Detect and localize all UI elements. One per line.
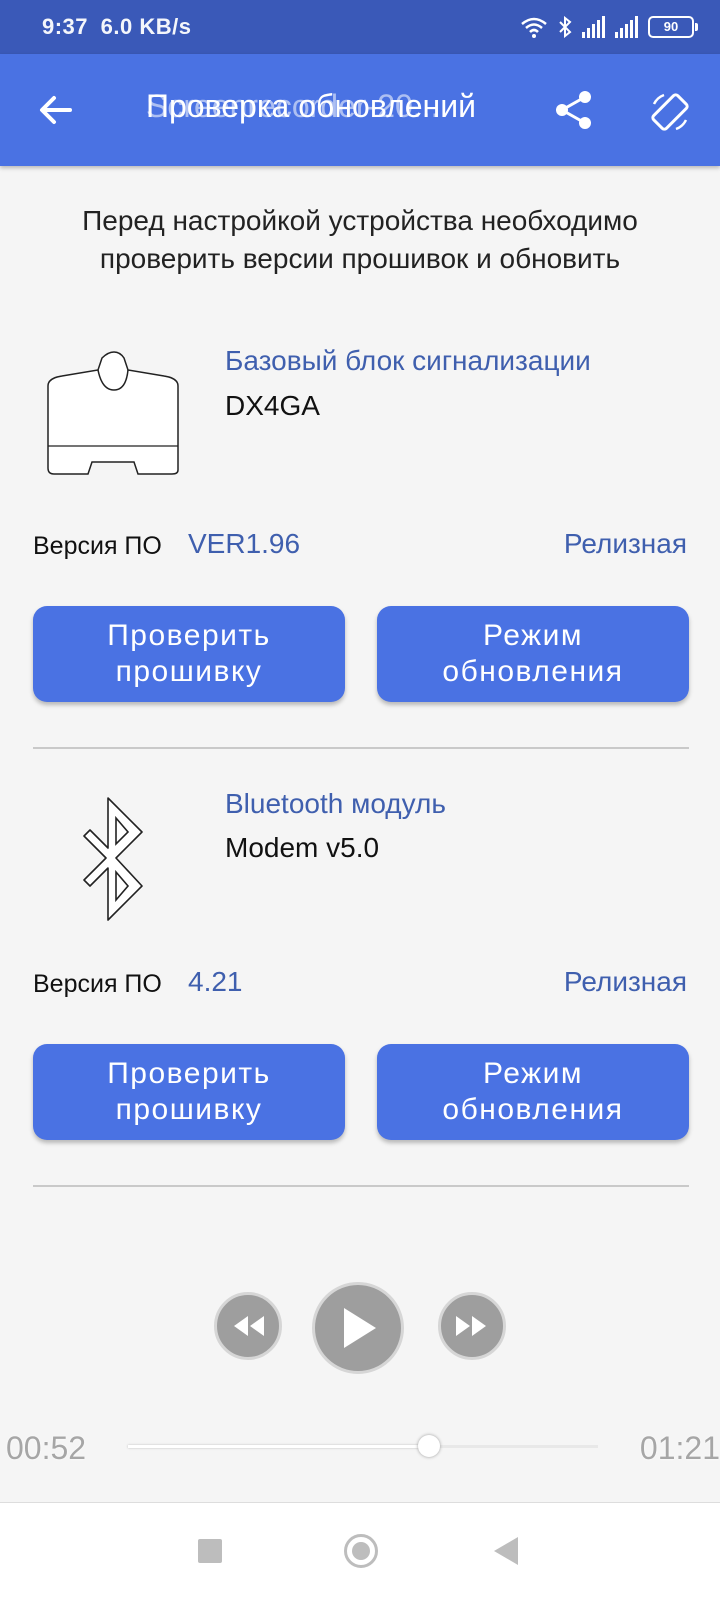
system-nav-bar [0,1502,720,1600]
update-mode-label-1b: обновления [442,655,624,688]
check-firmware-button-2[interactable]: Проверить прошивку [33,1044,345,1140]
release-type-2: Релизная [563,966,687,997]
check-firmware-label-2b: прошивку [115,1093,263,1126]
status-left: 9:37 6.0 KB/s [42,14,192,40]
version-label-1: Версия ПО [33,532,162,560]
wifi-icon [521,17,547,38]
share-icon[interactable] [552,88,596,132]
seek-bar-fill [128,1445,429,1448]
version-value-2: 4.21 [188,966,243,997]
update-mode-label-1a: Режим [483,619,583,652]
fast-forward-button[interactable] [438,1292,506,1360]
play-button[interactable] [312,1282,404,1374]
update-mode-button-1[interactable]: Режим обновления [377,606,689,702]
device-model-2: Modem v5.0 [225,832,380,863]
fast-forward-icon [456,1316,486,1336]
status-network-speed: 6.0 KB/s [100,14,192,39]
home-icon[interactable] [344,1534,378,1568]
signal-icon-2 [615,16,638,38]
update-mode-button-2[interactable]: Режим обновления [377,1044,689,1140]
bluetooth-status-icon [559,16,572,38]
intro-line-1: Перед настройкой устройства необходимо [82,205,638,236]
screen-rotate-icon[interactable] [648,90,692,134]
signal-icon-1 [582,16,605,38]
seek-bar-thumb[interactable] [417,1435,440,1457]
version-value-1: VER1.96 [188,528,301,559]
status-bar: 9:37 6.0 KB/s 90 [0,0,720,54]
intro-text: Перед настройкой устройства необходимо п… [20,202,700,278]
device-name-1: Базовый блок сигнализации [225,345,591,376]
screenrecorder-title-text: Screenrecorder-20... [146,88,440,124]
total-time: 01:21 [639,1430,720,1466]
bluetooth-icon [83,797,143,921]
check-firmware-label-1b: прошивку [115,655,263,688]
divider-2 [33,1185,689,1187]
play-icon [344,1308,376,1348]
recent-apps-icon[interactable] [198,1539,222,1563]
seek-bar[interactable] [128,1445,598,1448]
device-name-2: Bluetooth модуль [225,788,446,819]
status-right: 90 [520,14,698,40]
arrow-left-icon[interactable] [34,88,78,132]
intro-line-2: проверить версии прошивок и обновить [99,243,621,274]
page-title: Проверка обновлений Screenrecorder-20... [146,88,526,125]
alarm-unit-icon [47,351,179,475]
battery-level: 90 [663,19,679,34]
app-bar: Проверка обновлений Screenrecorder-20... [0,54,720,166]
device-model-1: DX4GA [225,390,320,421]
back-triangle-icon[interactable] [494,1537,518,1565]
battery-icon: 90 [648,16,698,38]
release-type-1: Релизная [563,528,687,559]
version-label-2: Версия ПО [33,970,162,998]
divider-1 [33,747,689,749]
rewind-button[interactable] [214,1292,282,1360]
current-time: 00:52 [6,1430,87,1466]
rewind-icon [234,1316,264,1336]
update-mode-label-2a: Режим [483,1057,583,1090]
check-firmware-label-2a: Проверить [107,1057,271,1090]
update-mode-label-2b: обновления [442,1093,624,1126]
check-firmware-button-1[interactable]: Проверить прошивку [33,606,345,702]
check-firmware-label-1a: Проверить [107,619,271,652]
status-time: 9:37 [42,14,89,39]
